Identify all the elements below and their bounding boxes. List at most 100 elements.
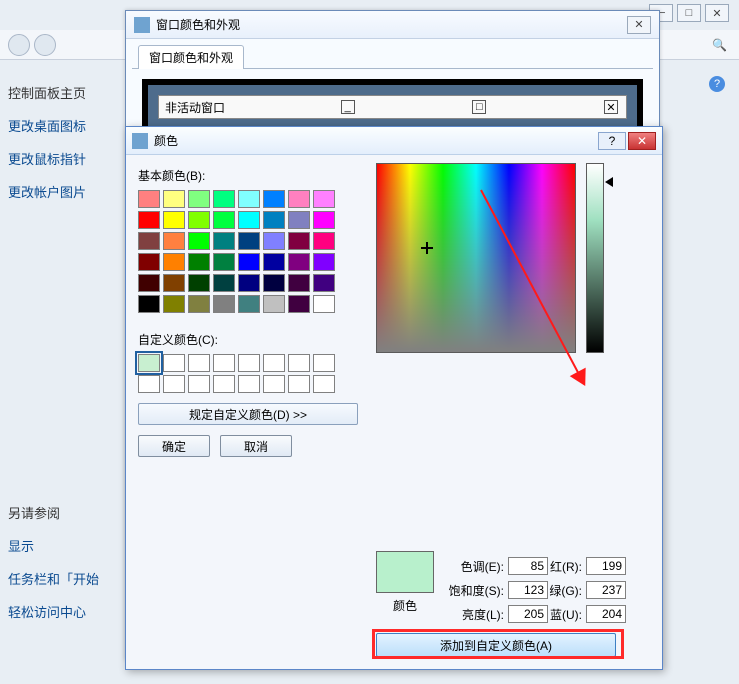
basic-color-swatch[interactable] xyxy=(288,190,310,208)
basic-color-swatch[interactable] xyxy=(163,295,185,313)
forward-button[interactable] xyxy=(34,34,56,56)
sat-input[interactable] xyxy=(508,581,548,599)
basic-color-swatch[interactable] xyxy=(313,295,335,313)
basic-color-swatch[interactable] xyxy=(138,190,160,208)
custom-color-swatch[interactable] xyxy=(213,375,235,393)
basic-color-swatch[interactable] xyxy=(188,232,210,250)
basic-color-swatch[interactable] xyxy=(313,190,335,208)
window-color-titlebar[interactable]: 窗口颜色和外观 ✕ xyxy=(126,11,659,39)
custom-color-swatch[interactable] xyxy=(288,375,310,393)
parent-max-button[interactable]: □ xyxy=(677,4,701,22)
basic-color-swatch[interactable] xyxy=(138,232,160,250)
back-button[interactable] xyxy=(8,34,30,56)
basic-color-swatch[interactable] xyxy=(313,232,335,250)
basic-color-swatch[interactable] xyxy=(238,274,260,292)
basic-color-swatch[interactable] xyxy=(288,295,310,313)
custom-color-swatch[interactable] xyxy=(213,354,235,372)
custom-color-swatch[interactable] xyxy=(238,354,260,372)
custom-color-swatch[interactable] xyxy=(313,354,335,372)
basic-color-swatch[interactable] xyxy=(263,295,285,313)
basic-color-swatch[interactable] xyxy=(138,211,160,229)
green-label: 绿(G): xyxy=(548,582,586,599)
custom-color-swatch[interactable] xyxy=(288,354,310,372)
basic-color-swatch[interactable] xyxy=(238,211,260,229)
hue-sat-field[interactable] xyxy=(376,163,576,353)
basic-color-swatch[interactable] xyxy=(238,295,260,313)
color-picker-titlebar[interactable]: 颜色 ? ✕ xyxy=(126,127,662,155)
sidebar-link-ease-access[interactable]: 轻松访问中心 xyxy=(8,602,112,621)
preview-inactive-title: 非活动窗口 xyxy=(165,99,225,116)
basic-color-swatch[interactable] xyxy=(188,274,210,292)
custom-color-swatch[interactable] xyxy=(163,375,185,393)
basic-color-swatch[interactable] xyxy=(213,190,235,208)
custom-color-swatch[interactable] xyxy=(138,354,160,372)
basic-color-swatch[interactable] xyxy=(263,190,285,208)
sidebar-link-taskbar[interactable]: 任务栏和「开始 xyxy=(8,569,112,588)
basic-color-swatch[interactable] xyxy=(288,253,310,271)
basic-color-swatch[interactable] xyxy=(263,211,285,229)
basic-color-swatch[interactable] xyxy=(313,253,335,271)
basic-color-swatch[interactable] xyxy=(238,190,260,208)
tab-window-color[interactable]: 窗口颜色和外观 xyxy=(138,45,244,69)
basic-color-swatch[interactable] xyxy=(188,295,210,313)
dlg1-close-button[interactable]: ✕ xyxy=(627,16,651,34)
custom-color-swatch[interactable] xyxy=(263,354,285,372)
sidebar-link-mouse-pointer[interactable]: 更改鼠标指针 xyxy=(8,149,112,168)
custom-color-swatch[interactable] xyxy=(188,354,210,372)
blue-input[interactable] xyxy=(586,605,626,623)
basic-color-swatch[interactable] xyxy=(138,295,160,313)
basic-color-swatch[interactable] xyxy=(138,253,160,271)
custom-color-swatch[interactable] xyxy=(163,354,185,372)
basic-color-swatch[interactable] xyxy=(213,274,235,292)
color-crosshair[interactable] xyxy=(421,242,433,254)
custom-color-swatch[interactable] xyxy=(238,375,260,393)
ok-button[interactable]: 确定 xyxy=(138,435,210,457)
color-picker-dialog: 颜色 ? ✕ 基本颜色(B): 自定义颜色(C): 规定自定义颜色(D) >> … xyxy=(125,126,663,670)
basic-color-swatch[interactable] xyxy=(213,253,235,271)
custom-color-swatch[interactable] xyxy=(313,375,335,393)
custom-color-swatch[interactable] xyxy=(138,375,160,393)
basic-color-swatch[interactable] xyxy=(163,253,185,271)
sidebar-link-display[interactable]: 显示 xyxy=(8,536,112,555)
basic-color-swatch[interactable] xyxy=(288,274,310,292)
basic-color-swatch[interactable] xyxy=(313,211,335,229)
basic-color-swatch[interactable] xyxy=(263,274,285,292)
luminance-slider[interactable] xyxy=(586,163,604,353)
basic-color-swatch[interactable] xyxy=(288,211,310,229)
basic-color-swatch[interactable] xyxy=(188,190,210,208)
cancel-button[interactable]: 取消 xyxy=(220,435,292,457)
dlg2-close-button[interactable]: ✕ xyxy=(628,132,656,150)
basic-color-swatch[interactable] xyxy=(213,211,235,229)
basic-color-swatch[interactable] xyxy=(138,274,160,292)
basic-color-swatch[interactable] xyxy=(238,232,260,250)
current-color-swatch xyxy=(376,551,434,593)
basic-color-swatch[interactable] xyxy=(263,253,285,271)
basic-color-swatch[interactable] xyxy=(288,232,310,250)
search-icon[interactable]: 🔍 xyxy=(712,38,727,52)
basic-color-swatch[interactable] xyxy=(188,211,210,229)
basic-color-swatch[interactable] xyxy=(238,253,260,271)
dlg2-help-button[interactable]: ? xyxy=(598,132,626,150)
basic-color-swatch[interactable] xyxy=(213,232,235,250)
hue-input[interactable] xyxy=(508,557,548,575)
custom-color-swatch[interactable] xyxy=(263,375,285,393)
red-label: 红(R): xyxy=(548,558,586,575)
basic-color-swatch[interactable] xyxy=(188,253,210,271)
lum-input[interactable] xyxy=(508,605,548,623)
parent-close-button[interactable]: ✕ xyxy=(705,4,729,22)
sidebar-link-account-picture[interactable]: 更改帐户图片 xyxy=(8,182,112,201)
basic-color-swatch[interactable] xyxy=(313,274,335,292)
basic-color-swatch[interactable] xyxy=(263,232,285,250)
help-icon[interactable]: ? xyxy=(709,76,725,92)
basic-color-swatch[interactable] xyxy=(163,274,185,292)
green-input[interactable] xyxy=(586,581,626,599)
red-input[interactable] xyxy=(586,557,626,575)
custom-color-swatch[interactable] xyxy=(188,375,210,393)
basic-color-swatch[interactable] xyxy=(163,232,185,250)
basic-color-swatch[interactable] xyxy=(213,295,235,313)
sidebar-link-desktop-icons[interactable]: 更改桌面图标 xyxy=(8,116,112,135)
swatch-label: 颜色 xyxy=(376,597,434,614)
define-custom-button[interactable]: 规定自定义颜色(D) >> xyxy=(138,403,358,425)
basic-color-swatch[interactable] xyxy=(163,211,185,229)
basic-color-swatch[interactable] xyxy=(163,190,185,208)
